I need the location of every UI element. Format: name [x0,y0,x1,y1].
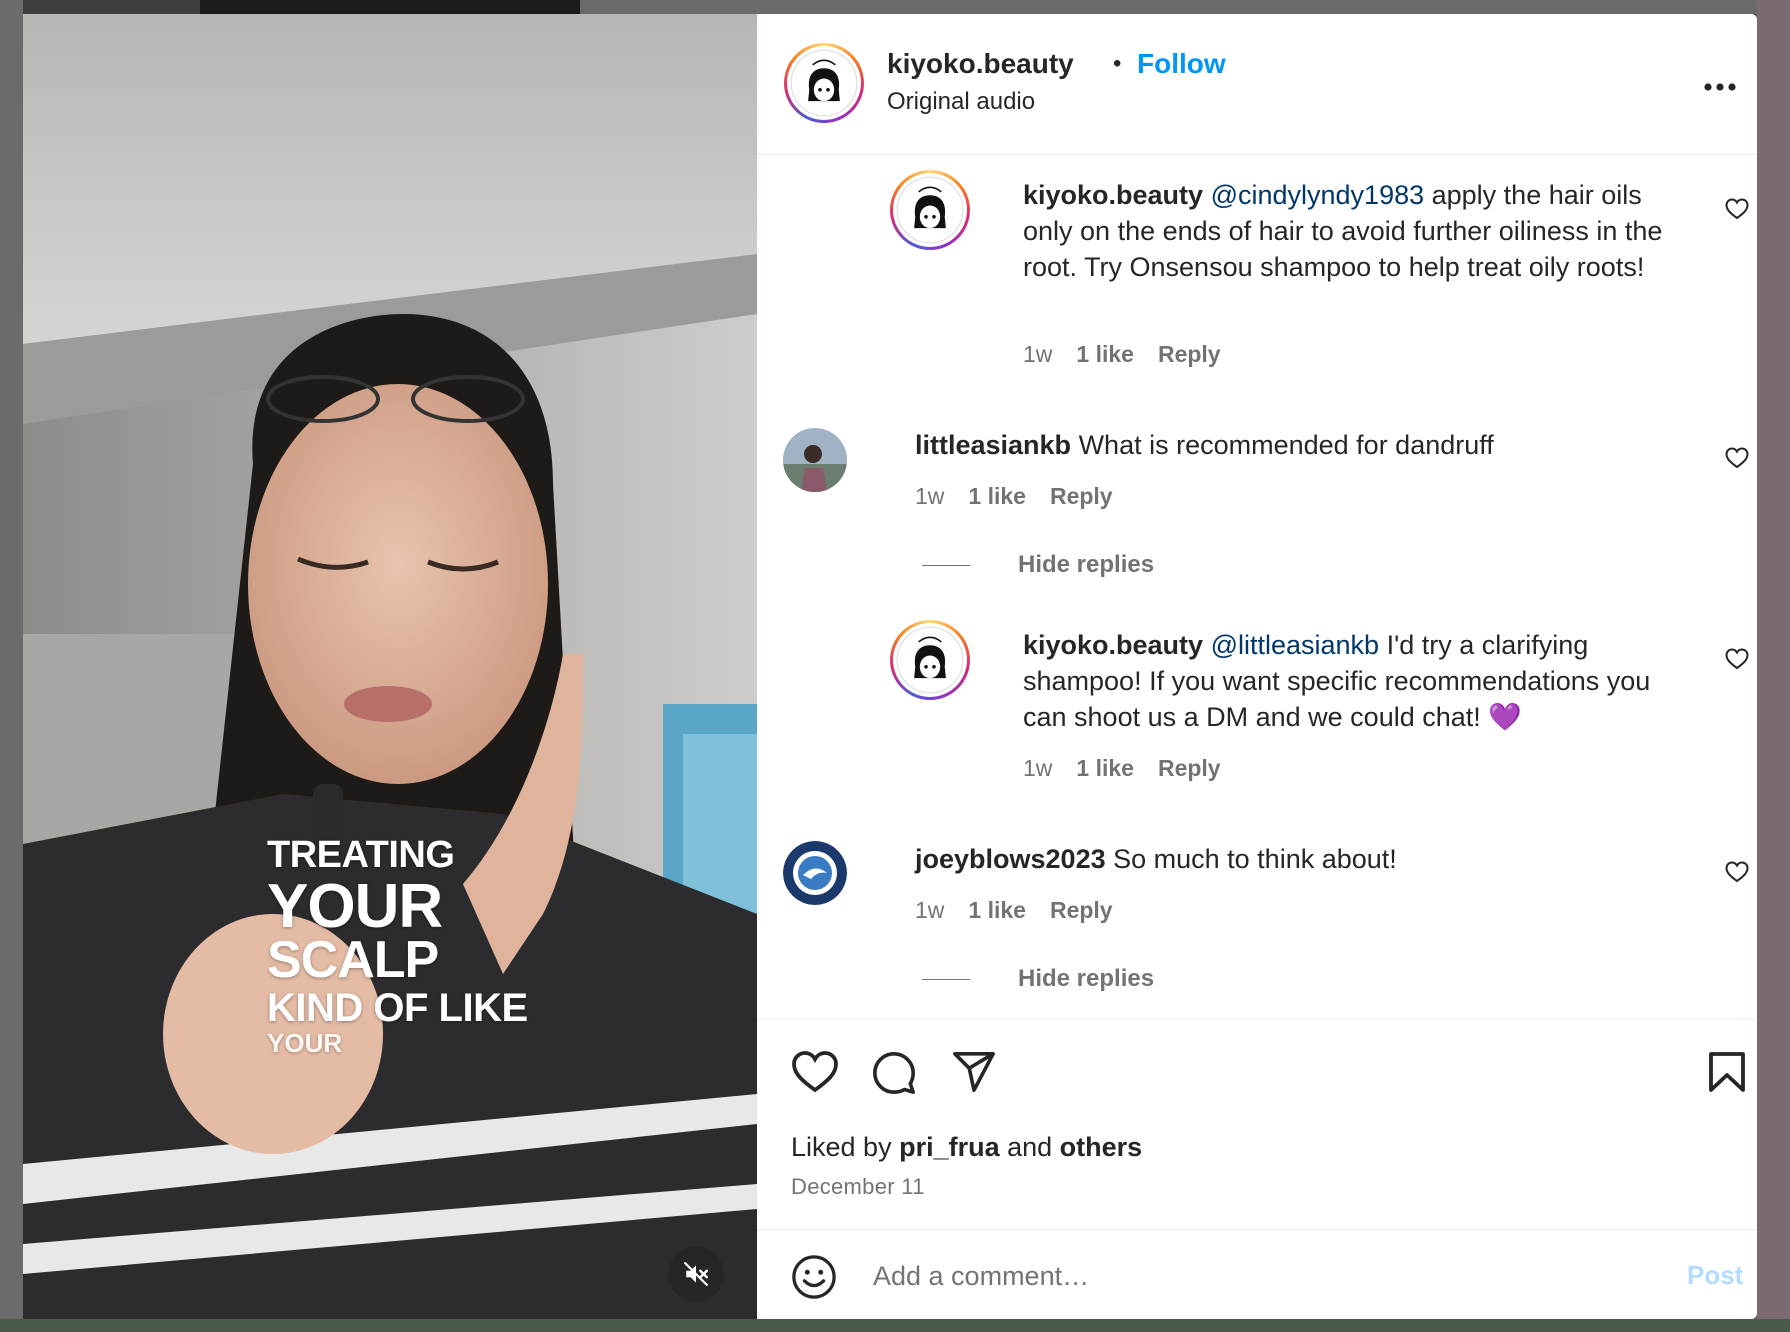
comment-mention[interactable]: @littleasiankb [1211,630,1380,660]
reply-button[interactable]: Reply [1050,897,1113,924]
comment-time[interactable]: 1w [915,483,944,510]
comment-likes[interactable]: 1 like [968,483,1026,510]
post-modal: TREATING YOUR SCALP KIND OF LIKE YOUR ki… [23,14,1757,1319]
comment-bubble-icon[interactable] [871,1050,917,1096]
reply-button[interactable]: Reply [1158,341,1221,368]
comment-mention[interactable]: @cindylyndy1983 [1211,180,1425,210]
comment-like-heart-icon[interactable] [1725,198,1749,220]
comment-time[interactable]: 1w [915,897,944,924]
comment-username[interactable]: kiyoko.beauty [1023,630,1203,660]
add-comment-input[interactable] [871,1250,1635,1302]
video-frame-illustration [23,14,757,1319]
mute-button[interactable] [668,1246,724,1302]
follow-button[interactable]: Follow [1137,48,1226,80]
overlay-line-4: KIND OF LIKE [267,986,528,1030]
author-avatar[interactable] [784,43,864,123]
audio-label[interactable]: Original audio [887,88,1035,116]
hide-replies-label: Hide replies [1018,965,1155,992]
kiyoko-logo-icon [790,49,858,117]
post-actions: Liked by pri_frua and others December 11 [757,1019,1757,1230]
comment-avatar[interactable] [890,620,970,700]
overlay-line-2: YOUR [267,872,443,941]
comment-meta: 1w 1 like Reply [915,897,1113,924]
comment-meta: 1w 1 like Reply [1023,341,1221,368]
liked-by-others[interactable]: others [1060,1132,1143,1162]
reply-button[interactable]: Reply [1158,755,1221,782]
backdrop-tile-bottom [0,1319,1790,1332]
comment-body: kiyoko.beauty @cindylyndy1983 apply the … [1023,177,1693,285]
backdrop-tile-top-right [580,0,1790,14]
separator-dot: • [1113,50,1122,77]
comment-body: kiyoko.beauty @littleasiankb I'd try a c… [1023,627,1693,735]
comment-username[interactable]: littleasiankb [915,430,1071,460]
reply-button[interactable]: Reply [1050,483,1113,510]
video-caption-overlay: TREATING YOUR SCALP KIND OF LIKE YOUR [267,836,528,1056]
add-comment-bar: Post [757,1229,1757,1319]
kiyoko-logo-icon [896,176,964,244]
club-crest-icon [783,841,847,905]
share-paper-plane-icon[interactable] [951,1050,997,1094]
comment-username[interactable]: kiyoko.beauty [1023,180,1203,210]
comment-text: So much to think about! [1105,844,1397,874]
overlay-line-3: SCALP [267,931,439,989]
more-horizontal-icon[interactable] [1703,82,1737,92]
backdrop-tile-left [0,0,23,1332]
overlay-line-5: YOUR [267,1028,343,1058]
liked-by-prefix: Liked by [791,1132,900,1162]
post-header: kiyoko.beauty • Follow Original audio [757,14,1757,155]
post-date[interactable]: December 11 [791,1174,925,1200]
comment-like-heart-icon[interactable] [1725,447,1749,469]
post-comment-button[interactable]: Post [1687,1260,1743,1291]
comment-likes[interactable]: 1 like [1076,755,1134,782]
reel-video[interactable]: TREATING YOUR SCALP KIND OF LIKE YOUR [23,14,757,1319]
commenter-avatar[interactable] [783,841,847,905]
comment-body: littleasiankb What is recommended for da… [915,427,1675,463]
liked-by-user[interactable]: pri_frua [899,1132,1000,1162]
backdrop-tile-right [1757,0,1790,1332]
comment-body: joeyblows2023 So much to think about! [915,841,1675,877]
liked-by-mid: and [999,1132,1060,1162]
comment-like-heart-icon[interactable] [1725,648,1749,670]
kiyoko-logo-icon [896,626,964,694]
comment-text: What is recommended for dandruff [1071,430,1494,460]
comment-time[interactable]: 1w [1023,755,1052,782]
hide-replies-line [922,978,970,980]
comment-time[interactable]: 1w [1023,341,1052,368]
save-bookmark-icon[interactable] [1707,1050,1747,1094]
emoji-smiley-icon[interactable] [791,1254,837,1300]
comment-meta: 1w 1 like Reply [1023,755,1221,782]
hide-replies-button[interactable]: Hide replies [922,965,1154,993]
backdrop-tile-top [200,0,580,14]
profile-photo-icon [783,428,847,492]
hide-replies-button[interactable]: Hide replies [922,551,1154,579]
author-username[interactable]: kiyoko.beauty [887,48,1074,80]
backdrop-tile-top-left [0,0,200,14]
comment-username[interactable]: joeyblows2023 [915,844,1106,874]
comment-like-heart-icon[interactable] [1725,861,1749,883]
comments-list[interactable]: kiyoko.beauty @cindylyndy1983 apply the … [757,155,1757,1019]
like-heart-icon[interactable] [791,1050,839,1094]
liked-by-summary: Liked by pri_frua and others [791,1132,1142,1163]
comment-avatar[interactable] [890,170,970,250]
comment-likes[interactable]: 1 like [1076,341,1134,368]
comment-likes[interactable]: 1 like [968,897,1026,924]
comment-meta: 1w 1 like Reply [915,483,1113,510]
hide-replies-label: Hide replies [1018,551,1155,578]
muted-speaker-icon [684,1262,709,1286]
hide-replies-line [922,564,970,566]
overlay-line-1: TREATING [267,834,455,876]
commenter-avatar[interactable] [783,428,847,492]
post-details-panel: kiyoko.beauty • Follow Original audio ki… [757,14,1757,1319]
